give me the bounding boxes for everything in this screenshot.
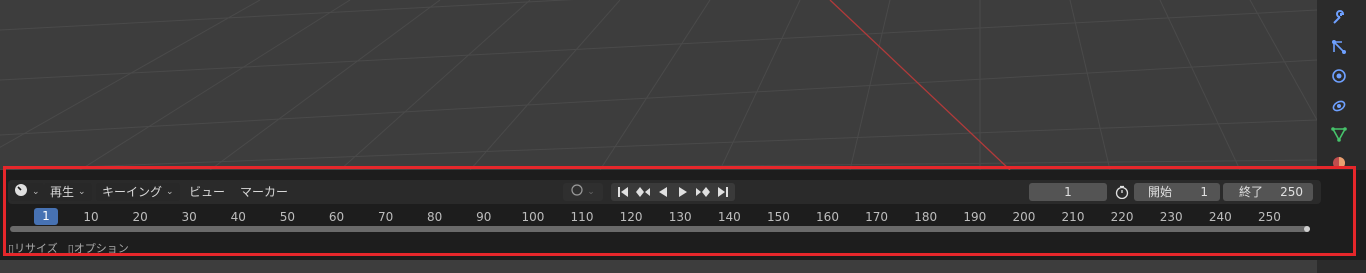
current-frame-field[interactable]: 1 (1029, 183, 1107, 201)
chevron-down-icon: ⌄ (32, 187, 40, 197)
frame-tick-label: 230 (1159, 210, 1183, 224)
clock-icon (14, 183, 28, 202)
frame-tick-label: 190 (963, 210, 987, 224)
frame-tick-label: 250 (1257, 210, 1281, 224)
stopwatch-icon[interactable] (1112, 183, 1132, 201)
x-axis-line (829, 0, 1011, 170)
play-reverse-icon[interactable] (653, 183, 673, 201)
frame-tick-label: 200 (1012, 210, 1036, 224)
play-icon[interactable] (673, 183, 693, 201)
constraint-icon[interactable] (1325, 93, 1353, 117)
playback-menu[interactable]: 再生 ⌄ (44, 183, 92, 201)
frame-tick-label: 90 (476, 210, 492, 224)
start-label: 開始 (1148, 185, 1173, 199)
start-value: 1 (1200, 185, 1208, 199)
record-icon (571, 183, 583, 201)
next-keyframe-icon[interactable] (693, 183, 713, 201)
scrollbar-handle[interactable] (1304, 226, 1310, 232)
marker-menu[interactable]: マーカー (240, 183, 288, 201)
end-frame-field[interactable]: 終了 250 (1223, 183, 1313, 201)
frame-tick-label: 20 (132, 210, 148, 224)
status-footer: ▯リサイズ ▯オプション (8, 240, 129, 254)
auto-keying-toggle[interactable]: ⌄ (563, 183, 603, 201)
frame-tick-label: 60 (328, 210, 345, 224)
wrench-icon[interactable] (1325, 6, 1353, 30)
frame-tick-label: 140 (717, 210, 741, 224)
frame-tick-label: 40 (230, 210, 246, 224)
frame-tick-label: 180 (914, 210, 938, 224)
frame-tick-label: 10 (83, 210, 99, 224)
frame-tick-label: 110 (570, 210, 594, 224)
options-hint: ▯オプション (67, 242, 129, 254)
previous-keyframe-icon[interactable] (633, 183, 653, 201)
3d-viewport[interactable] (0, 0, 1317, 170)
frame-tick-label: 50 (279, 210, 296, 224)
chevron-down-icon: ⌄ (587, 187, 595, 197)
frame-tick-label: 150 (766, 210, 790, 224)
frame-tick-label: 30 (181, 210, 197, 224)
chevron-down-icon: ⌄ (166, 187, 174, 197)
start-frame-field[interactable]: 開始 1 (1134, 183, 1220, 201)
resize-hint: ▯リサイズ (8, 242, 58, 254)
keying-menu[interactable]: キーイング ⌄ (96, 183, 180, 201)
frame-tick-label: 210 (1061, 210, 1085, 224)
jump-to-end-icon[interactable] (713, 183, 733, 201)
timeline-scrollbar[interactable] (10, 226, 1310, 232)
frame-tick-label: 220 (1110, 210, 1134, 224)
playback-controls (611, 183, 735, 201)
frame-tick-label: 160 (816, 210, 839, 224)
frame-tick-label: 80 (427, 210, 443, 224)
chevron-down-icon: ⌄ (78, 187, 86, 197)
object-data-icon[interactable] (1325, 122, 1353, 146)
physics-icon[interactable] (1325, 64, 1353, 88)
vertex-graph-icon[interactable] (1325, 35, 1353, 59)
viewport-grid (0, 0, 1317, 170)
frame-tick-label: 130 (668, 210, 692, 224)
frame-tick-label: 70 (377, 210, 394, 224)
frame-tick-label: 170 (865, 210, 889, 224)
jump-to-start-icon[interactable] (613, 183, 633, 201)
end-label: 終了 (1239, 185, 1264, 199)
frame-tick-label: 240 (1208, 210, 1232, 224)
frame-tick-label: 120 (619, 210, 643, 224)
end-value: 250 (1280, 185, 1303, 199)
current-frame-indicator[interactable]: 1 (34, 208, 58, 225)
view-menu[interactable]: ビュー (189, 183, 225, 201)
frame-tick-label: 100 (521, 210, 545, 224)
editor-type-selector[interactable]: ⌄ (10, 183, 44, 201)
